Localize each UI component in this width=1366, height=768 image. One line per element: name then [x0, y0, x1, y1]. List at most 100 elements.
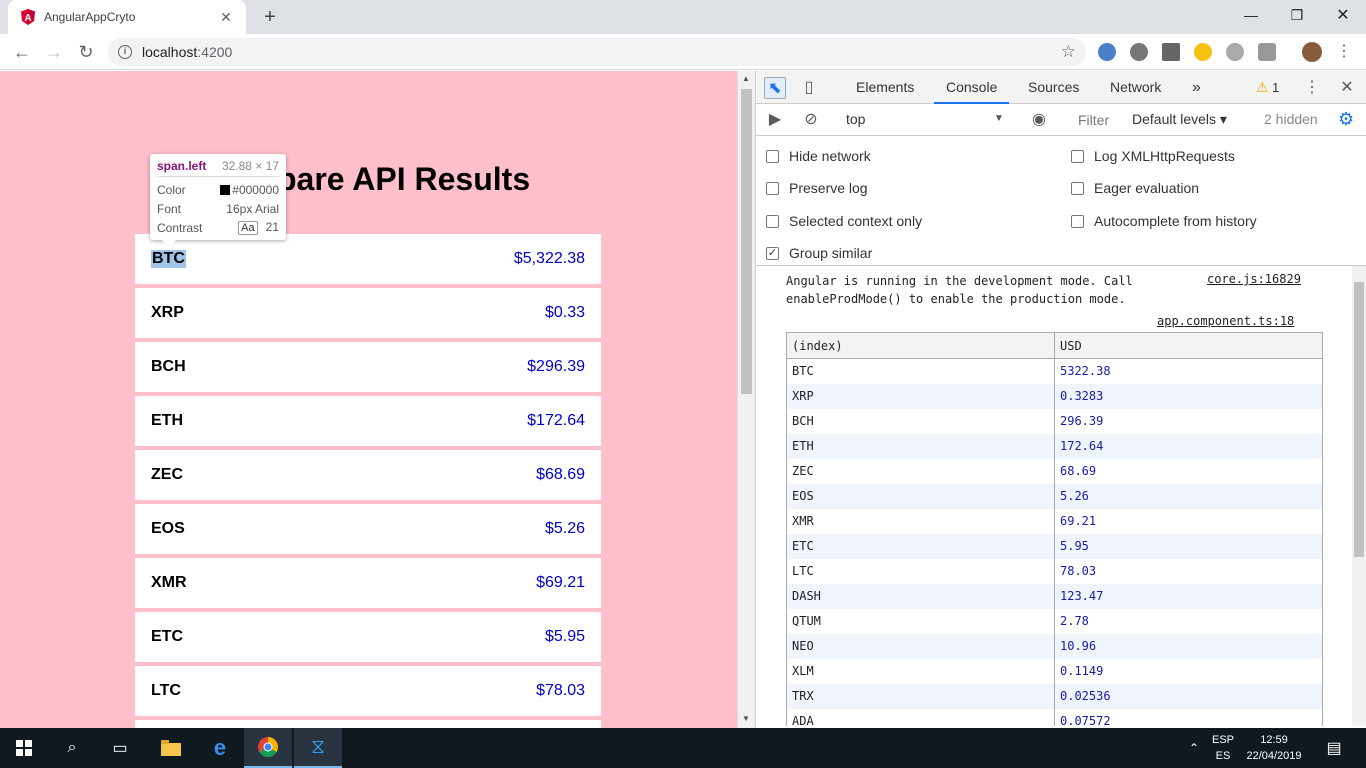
table-row: EOS 5.26	[786, 483, 1323, 509]
console-toolbar: ▶ ⊘ top ▼ ◉ Filter Default levels ▾ 2 hi…	[756, 104, 1366, 136]
coin-list: BTC $5,322.38 XRP $0.33 BCH $296.39 ETH $172…	[135, 234, 601, 728]
clear-console-icon[interactable]: ⊘	[800, 109, 822, 131]
coin-symbol: ETC	[151, 628, 183, 645]
address-bar[interactable]: i localhost:4200 ☆	[108, 38, 1086, 66]
list-item: BTC $5,322.38	[135, 234, 601, 284]
filter-input[interactable]: Filter	[1074, 110, 1122, 132]
gear-icon[interactable]: ⚙	[1338, 109, 1354, 130]
checkbox-label: Group similar	[789, 245, 873, 261]
group-similar-checkbox[interactable]: ✓ Group similar	[766, 245, 872, 261]
coin-price: $296.39	[527, 358, 585, 375]
preserve-log-checkbox[interactable]: Preserve log	[766, 180, 868, 196]
tab-sources[interactable]: Sources	[1028, 71, 1079, 104]
message-line: enableProdMode() to enable the productio…	[786, 292, 1126, 306]
table-cell-index: ZEC	[786, 458, 1055, 484]
coin-symbol: XRP	[151, 304, 184, 321]
sidebar-toggle-icon[interactable]: ▶	[764, 109, 786, 131]
menu-icon[interactable]: ⋮	[1332, 40, 1356, 64]
coin-symbol: ETH	[151, 412, 183, 429]
table-cell-index: XRP	[786, 383, 1055, 409]
scroll-up-icon[interactable]: ▲	[742, 74, 750, 83]
extension-icon[interactable]	[1130, 43, 1148, 61]
close-window-button[interactable]: ✕	[1320, 0, 1366, 30]
table-row: XLM 0.1149	[786, 658, 1323, 684]
inspect-element-icon[interactable]: ⬉	[764, 77, 786, 99]
extension-icon[interactable]	[1258, 43, 1276, 61]
column-header[interactable]: (index)	[786, 332, 1055, 359]
tooltip-contrast-label: Contrast	[157, 220, 203, 235]
vscode-icon[interactable]: ⧖	[294, 728, 342, 768]
table-cell-usd: 10.96	[1054, 633, 1323, 659]
extension-icon[interactable]	[1098, 43, 1116, 61]
forward-button[interactable]: →	[42, 40, 66, 64]
chrome-icon[interactable]	[244, 728, 292, 768]
edge-icon[interactable]: e	[196, 728, 244, 768]
tab-elements[interactable]: Elements	[856, 71, 914, 104]
clock-time: 12:59	[1260, 734, 1288, 746]
table-cell-usd: 5322.38	[1054, 358, 1323, 384]
extension-icon[interactable]	[1162, 43, 1180, 61]
context-selector[interactable]: top	[846, 111, 865, 127]
coin-symbol: EOS	[151, 520, 185, 537]
tab-network[interactable]: Network	[1110, 71, 1161, 104]
avatar[interactable]	[1302, 42, 1322, 62]
warning-icon[interactable]: ⚠	[1256, 71, 1269, 104]
table-row: DASH 123.47	[786, 583, 1323, 609]
hide-network-checkbox[interactable]: Hide network	[766, 148, 871, 164]
console-scrollbar[interactable]	[1352, 266, 1366, 726]
maximize-button[interactable]: ❐	[1274, 0, 1320, 30]
tab-console[interactable]: Console	[934, 71, 1010, 104]
more-tabs-icon[interactable]: »	[1192, 71, 1201, 104]
table-cell-usd: 0.02536	[1054, 683, 1323, 709]
scroll-thumb[interactable]	[741, 89, 752, 394]
minimize-button[interactable]: —	[1228, 0, 1274, 30]
scroll-thumb[interactable]	[1354, 282, 1364, 557]
close-tab-icon[interactable]: ✕	[218, 9, 234, 25]
table-cell-index: ETC	[786, 533, 1055, 559]
coin-price: $0.33	[544, 304, 585, 321]
source-link[interactable]: app.component.ts:18	[1157, 314, 1294, 328]
extension-icon[interactable]	[1226, 43, 1244, 61]
windows-start-icon[interactable]	[0, 728, 48, 768]
eager-eval-checkbox[interactable]: Eager evaluation	[1071, 180, 1199, 196]
table-cell-usd: 78.03	[1054, 558, 1323, 584]
bookmark-star-icon[interactable]: ☆	[1061, 42, 1076, 62]
table-row: BCH 296.39	[786, 408, 1323, 434]
console-output: Angular is running in the development mo…	[756, 266, 1366, 726]
page-scrollbar[interactable]: ▲ ▼	[737, 71, 755, 728]
back-button[interactable]: ←	[10, 40, 34, 64]
chevron-up-icon[interactable]: ⌃	[1180, 728, 1208, 768]
column-header[interactable]: USD	[1054, 332, 1323, 359]
info-icon[interactable]: i	[118, 45, 132, 59]
task-view-icon[interactable]: ▭	[96, 728, 144, 768]
tooltip-color-label: Color	[157, 182, 186, 197]
inspector-tooltip: span.left 32.88 × 17 Color #000000 Font 16p…	[150, 154, 286, 247]
devtools-menu-icon[interactable]: ⋮	[1301, 77, 1323, 99]
clock[interactable]: 12:59 22/04/2019	[1244, 732, 1304, 764]
table-row: TRX 0.02536	[786, 683, 1323, 709]
file-explorer-icon[interactable]	[147, 728, 195, 768]
language-indicator[interactable]: ESP ES	[1212, 732, 1234, 764]
device-toolbar-icon[interactable]: ▯	[798, 77, 820, 99]
table-cell-index: DASH	[786, 583, 1055, 609]
browser-tab[interactable]: A AngularAppCryto ✕	[8, 0, 246, 34]
chevron-down-icon[interactable]: ▼	[994, 113, 1004, 124]
reload-button[interactable]: ↻	[74, 40, 98, 64]
selected-context-checkbox[interactable]: Selected context only	[766, 213, 922, 229]
scroll-down-icon[interactable]: ▼	[742, 714, 750, 723]
autocomplete-checkbox[interactable]: Autocomplete from history	[1071, 213, 1257, 229]
log-xhr-checkbox[interactable]: Log XMLHttpRequests	[1071, 148, 1235, 164]
new-tab-button[interactable]: +	[259, 6, 281, 28]
notifications-icon[interactable]: ▤	[1310, 728, 1358, 768]
search-icon[interactable]: ⌕	[48, 728, 96, 768]
warning-count[interactable]: 1	[1272, 71, 1279, 104]
table-cell-index: EOS	[786, 483, 1055, 509]
table-cell-index: ETH	[786, 433, 1055, 459]
table-cell-usd: 0.1149	[1054, 658, 1323, 684]
coin-symbol: LTC	[151, 682, 181, 699]
source-link[interactable]: core.js:16829	[1207, 272, 1301, 286]
close-devtools-icon[interactable]: ✕	[1336, 77, 1358, 99]
levels-dropdown[interactable]: Default levels ▾	[1132, 111, 1227, 128]
extension-icon[interactable]	[1194, 43, 1212, 61]
eye-icon[interactable]: ◉	[1028, 109, 1050, 131]
